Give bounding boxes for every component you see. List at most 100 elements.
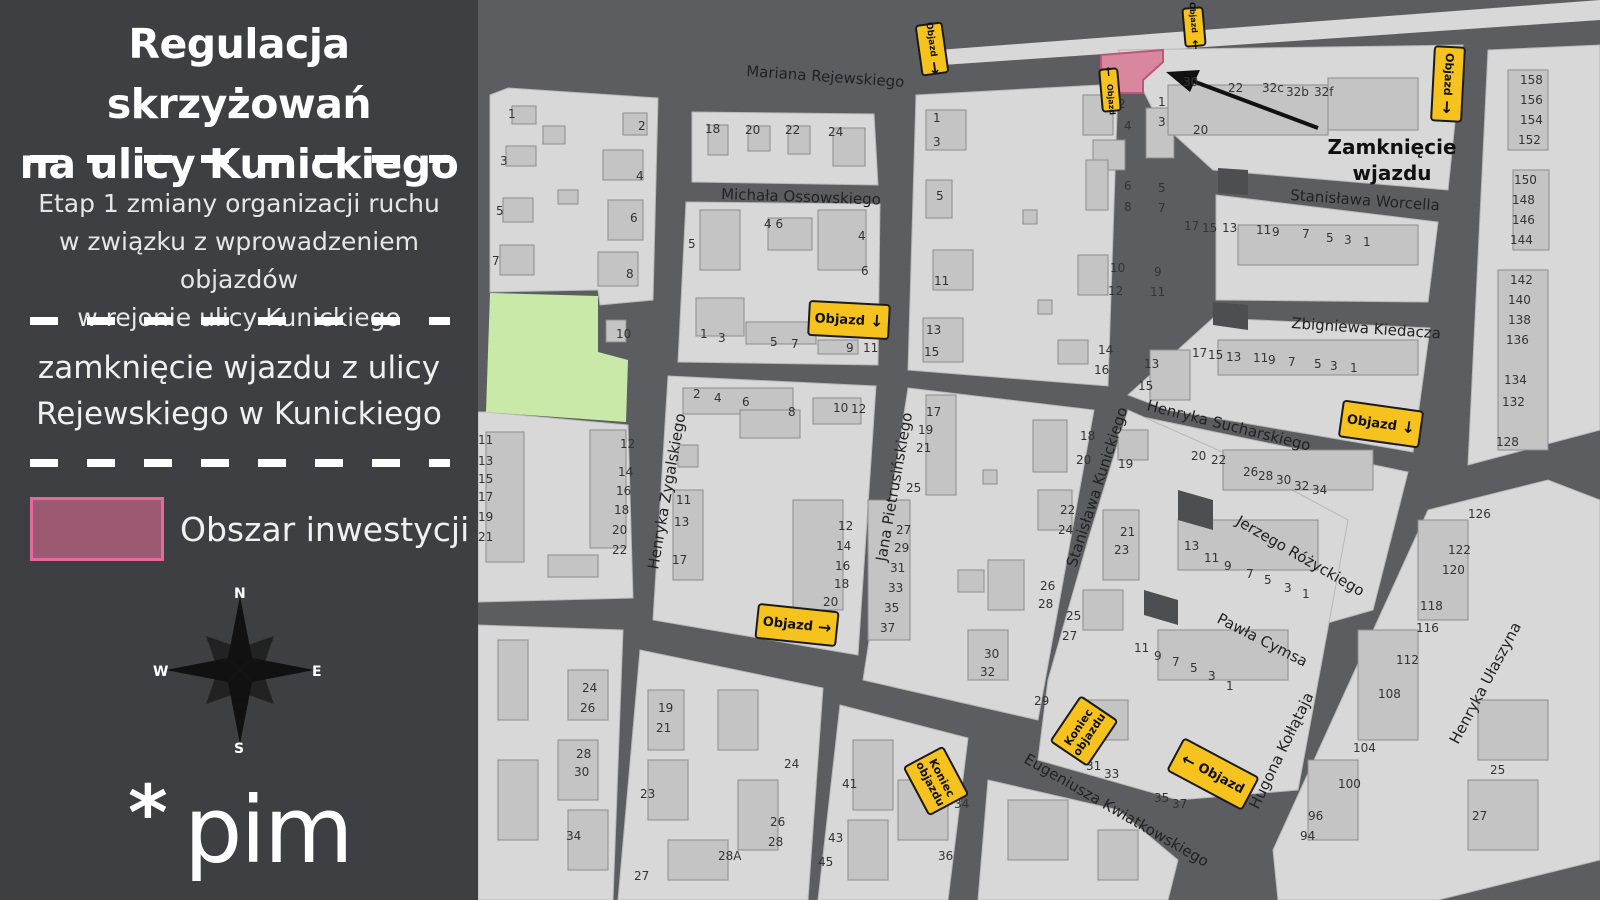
svg-text:15: 15 (924, 345, 939, 359)
svg-text:30: 30 (1183, 75, 1198, 89)
street-map[interactable]: Mariana Rejewskiego Michała Ossowskiego … (478, 0, 1600, 900)
svg-text:122: 122 (1448, 543, 1471, 557)
detour-sign-text: Objazd (814, 310, 866, 329)
svg-text:26: 26 (1243, 465, 1258, 479)
arrow-up-icon: ↑ (1102, 64, 1115, 80)
svg-text:7: 7 (1172, 655, 1180, 669)
svg-text:18: 18 (834, 577, 849, 591)
svg-text:25: 25 (1066, 609, 1081, 623)
svg-text:4: 4 (714, 391, 722, 405)
svg-text:118: 118 (1420, 599, 1443, 613)
svg-text:35: 35 (1154, 791, 1169, 805)
svg-text:11: 11 (478, 433, 493, 447)
svg-text:9: 9 (1154, 649, 1162, 663)
svg-text:26: 26 (1040, 579, 1055, 593)
svg-text:5: 5 (1264, 573, 1272, 587)
svg-text:27: 27 (1062, 629, 1077, 643)
svg-text:34: 34 (1312, 483, 1327, 497)
svg-text:11: 11 (934, 274, 949, 288)
svg-text:3: 3 (1344, 233, 1352, 247)
svg-text:21: 21 (1120, 525, 1135, 539)
svg-text:7: 7 (1302, 227, 1310, 241)
svg-text:154: 154 (1520, 113, 1543, 127)
compass-e: E (312, 664, 322, 680)
detour-sign-text: Objazd (923, 21, 939, 58)
svg-text:30: 30 (574, 765, 589, 779)
svg-text:19: 19 (478, 510, 493, 524)
svg-text:3: 3 (933, 135, 941, 149)
svg-text:5: 5 (770, 335, 778, 349)
svg-text:94: 94 (1300, 829, 1315, 843)
compass-n: N (234, 586, 246, 602)
svg-text:146: 146 (1512, 213, 1535, 227)
dashed-divider (30, 317, 450, 325)
svg-text:20: 20 (1076, 453, 1091, 467)
svg-text:45: 45 (818, 855, 833, 869)
svg-text:126: 126 (1468, 507, 1491, 521)
svg-text:9: 9 (1268, 353, 1276, 367)
svg-text:136: 136 (1506, 333, 1529, 347)
svg-text:34: 34 (566, 829, 581, 843)
svg-text:28: 28 (1038, 597, 1053, 611)
svg-text:24: 24 (1058, 523, 1073, 537)
svg-text:28: 28 (768, 835, 783, 849)
svg-text:5: 5 (688, 237, 696, 251)
svg-text:116: 116 (1416, 621, 1439, 635)
svg-text:13: 13 (1184, 539, 1199, 553)
svg-text:9: 9 (1272, 225, 1280, 239)
svg-text:5: 5 (1190, 661, 1198, 675)
svg-text:7: 7 (1158, 201, 1166, 215)
svg-text:12: 12 (851, 402, 866, 416)
svg-text:5: 5 (1314, 357, 1322, 371)
svg-text:2: 2 (638, 119, 646, 133)
compass-w: W (153, 664, 168, 680)
svg-text:108: 108 (1378, 687, 1401, 701)
svg-text:16: 16 (835, 559, 850, 573)
svg-text:10: 10 (616, 327, 631, 341)
svg-text:15: 15 (1202, 221, 1217, 235)
svg-text:3: 3 (1330, 359, 1338, 373)
svg-text:12: 12 (838, 519, 853, 533)
svg-text:23: 23 (1114, 543, 1129, 557)
change-line-2: Rejewskiego w Kunickiego (36, 396, 442, 432)
svg-text:1: 1 (508, 107, 516, 121)
svg-text:9: 9 (846, 341, 854, 355)
svg-text:1: 1 (1158, 95, 1166, 109)
detour-sign-text: Objazd (1345, 411, 1398, 434)
svg-text:22: 22 (1211, 453, 1226, 467)
svg-text:36: 36 (938, 849, 953, 863)
svg-text:24: 24 (828, 125, 843, 139)
compass-rose-icon: N E S W (153, 586, 322, 755)
svg-text:7: 7 (791, 337, 799, 351)
dashed-divider (30, 155, 450, 163)
svg-text:33: 33 (1104, 767, 1119, 781)
closure-label-line-2: wjazdu (1352, 161, 1432, 185)
svg-text:11: 11 (863, 341, 878, 355)
svg-text:134: 134 (1504, 373, 1527, 387)
svg-text:104: 104 (1353, 741, 1376, 755)
svg-text:100: 100 (1338, 777, 1361, 791)
svg-text:13: 13 (1226, 350, 1241, 364)
svg-text:156: 156 (1520, 93, 1543, 107)
arrow-up-icon: ↑ (1189, 37, 1202, 53)
svg-text:24: 24 (784, 757, 799, 771)
svg-text:5: 5 (1158, 181, 1166, 195)
svg-text:1: 1 (700, 327, 708, 341)
svg-text:18: 18 (1080, 429, 1095, 443)
svg-text:158: 158 (1520, 73, 1543, 87)
pim-logo: * pim (128, 775, 368, 895)
svg-text:112: 112 (1396, 653, 1419, 667)
svg-text:142: 142 (1510, 273, 1533, 287)
arrow-down-icon: ↓ (926, 57, 943, 79)
svg-text:10: 10 (1110, 261, 1125, 275)
svg-text:17: 17 (926, 405, 941, 419)
svg-text:11: 11 (1204, 551, 1219, 565)
title-line-1: Regulacja skrzyżowań (106, 20, 372, 128)
arrow-right-icon: → (816, 617, 833, 638)
svg-text:7: 7 (1246, 567, 1254, 581)
svg-text:22: 22 (1060, 503, 1075, 517)
svg-text:12: 12 (620, 437, 635, 451)
svg-text:2: 2 (693, 387, 701, 401)
page-title: Regulacja skrzyżowań na ulicy Kunickiego (0, 14, 478, 194)
svg-text:20: 20 (612, 523, 627, 537)
